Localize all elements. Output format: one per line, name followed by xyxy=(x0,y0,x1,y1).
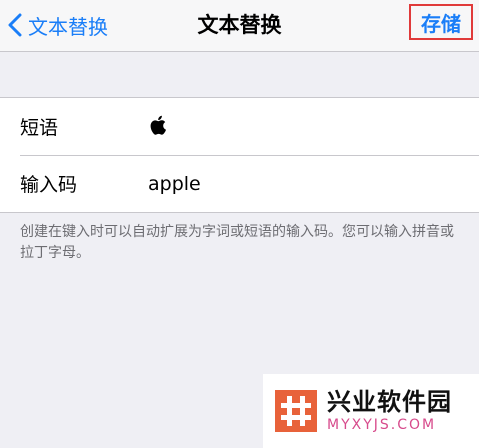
apple-logo-icon[interactable] xyxy=(150,115,166,139)
save-button[interactable]: 存储 xyxy=(409,4,473,40)
shortcut-label: 输入码 xyxy=(20,174,78,196)
footer-note: 创建在键入时可以自动扩展为字词或短语的输入码。您可以输入拼音或拉丁字母。 xyxy=(20,224,454,261)
watermark-text: 兴业软件园 MYXYJS.COM xyxy=(327,388,452,434)
text-replacement-screen: 文本替换 文本替换 存储 短语 输入码 创建在键入时可以自动扩展为字词或短语的输… xyxy=(0,0,479,448)
replacement-form: 短语 输入码 xyxy=(0,97,479,213)
watermark-title: 兴业软件园 xyxy=(327,388,452,416)
page-title: 文本替换 xyxy=(197,13,282,37)
watermark-url: MYXYJS.COM xyxy=(327,417,437,433)
phrase-row[interactable]: 短语 xyxy=(0,98,479,155)
shortcut-row[interactable]: 输入码 xyxy=(0,155,479,212)
navigation-bar: 文本替换 文本替换 存储 xyxy=(0,0,479,52)
watermark-logo-icon xyxy=(275,390,317,432)
watermark: 兴业软件园 MYXYJS.COM xyxy=(263,374,479,448)
shortcut-input[interactable] xyxy=(148,172,448,195)
phrase-label: 短语 xyxy=(20,117,59,139)
